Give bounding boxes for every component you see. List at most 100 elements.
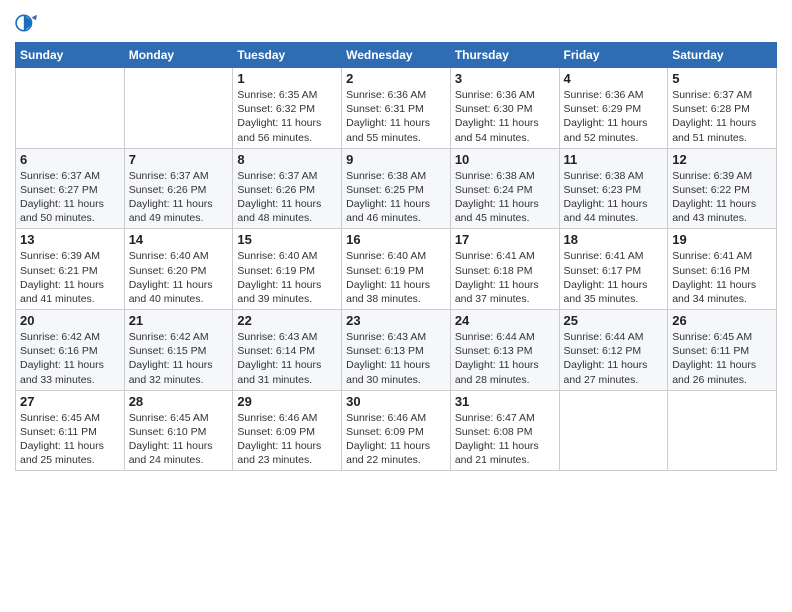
logo: [15, 10, 41, 34]
day-number: 14: [129, 232, 229, 247]
calendar-cell: 10 Sunrise: 6:38 AM Sunset: 6:24 PM Dayli…: [450, 148, 559, 229]
day-info: Sunrise: 6:39 AM Sunset: 6:22 PM Dayligh…: [672, 169, 772, 226]
calendar-cell: 1Sunrise: 6:35 AM Sunset: 6:32 PM Daylig…: [233, 68, 342, 149]
calendar-cell: 7 Sunrise: 6:37 AM Sunset: 6:26 PM Daylig…: [124, 148, 233, 229]
calendar-cell: 11Sunrise: 6:38 AM Sunset: 6:23 PM Dayli…: [559, 148, 668, 229]
calendar-day-header: Monday: [124, 43, 233, 68]
day-info: Sunrise: 6:41 AM Sunset: 6:16 PM Dayligh…: [672, 249, 772, 306]
day-number: 8: [237, 152, 337, 167]
calendar-cell: 15Sunrise: 6:40 AM Sunset: 6:19 PM Dayli…: [233, 229, 342, 310]
day-number: 19: [672, 232, 772, 247]
day-info: Sunrise: 6:46 AM Sunset: 6:09 PM Dayligh…: [237, 411, 337, 468]
calendar-day-header: Wednesday: [342, 43, 451, 68]
calendar-week-row: 13 Sunrise: 6:39 AM Sunset: 6:21 PM Dayli…: [16, 229, 777, 310]
calendar-cell: 29 Sunrise: 6:46 AM Sunset: 6:09 PM Dayli…: [233, 390, 342, 471]
calendar-cell: 18 Sunrise: 6:41 AM Sunset: 6:17 PM Dayli…: [559, 229, 668, 310]
day-number: 20: [20, 313, 120, 328]
day-number: 6: [20, 152, 120, 167]
day-info: Sunrise: 6:45 AM Sunset: 6:11 PM Dayligh…: [20, 411, 120, 468]
day-info: Sunrise: 6:45 AM Sunset: 6:10 PM Dayligh…: [129, 411, 229, 468]
day-info: Sunrise: 6:43 AM Sunset: 6:13 PM Dayligh…: [346, 330, 446, 387]
day-info: Sunrise: 6:40 AM Sunset: 6:19 PM Dayligh…: [346, 249, 446, 306]
day-info: Sunrise: 6:39 AM Sunset: 6:21 PM Dayligh…: [20, 249, 120, 306]
calendar-cell: [16, 68, 125, 149]
calendar-header-row: SundayMondayTuesdayWednesdayThursdayFrid…: [16, 43, 777, 68]
header: [15, 10, 777, 34]
calendar-cell: 17Sunrise: 6:41 AM Sunset: 6:18 PM Dayli…: [450, 229, 559, 310]
calendar-cell: 6 Sunrise: 6:37 AM Sunset: 6:27 PM Daylig…: [16, 148, 125, 229]
day-info: Sunrise: 6:37 AM Sunset: 6:26 PM Dayligh…: [237, 169, 337, 226]
calendar-cell: 2 Sunrise: 6:36 AM Sunset: 6:31 PM Daylig…: [342, 68, 451, 149]
day-number: 26: [672, 313, 772, 328]
calendar-day-header: Saturday: [668, 43, 777, 68]
calendar-cell: 27 Sunrise: 6:45 AM Sunset: 6:11 PM Dayli…: [16, 390, 125, 471]
day-number: 31: [455, 394, 555, 409]
day-info: Sunrise: 6:38 AM Sunset: 6:24 PM Dayligh…: [455, 169, 555, 226]
calendar-cell: 3 Sunrise: 6:36 AM Sunset: 6:30 PM Daylig…: [450, 68, 559, 149]
calendar-cell: 26Sunrise: 6:45 AM Sunset: 6:11 PM Dayli…: [668, 310, 777, 391]
day-number: 5: [672, 71, 772, 86]
day-info: Sunrise: 6:41 AM Sunset: 6:17 PM Dayligh…: [564, 249, 664, 306]
day-number: 11: [564, 152, 664, 167]
calendar-cell: 5 Sunrise: 6:37 AM Sunset: 6:28 PM Daylig…: [668, 68, 777, 149]
page-container: SundayMondayTuesdayWednesdayThursdayFrid…: [0, 0, 792, 481]
calendar-day-header: Thursday: [450, 43, 559, 68]
calendar-cell: 19 Sunrise: 6:41 AM Sunset: 6:16 PM Dayli…: [668, 229, 777, 310]
day-info: Sunrise: 6:36 AM Sunset: 6:30 PM Dayligh…: [455, 88, 555, 145]
calendar-cell: 23 Sunrise: 6:43 AM Sunset: 6:13 PM Dayli…: [342, 310, 451, 391]
day-info: Sunrise: 6:40 AM Sunset: 6:19 PM Dayligh…: [237, 249, 337, 306]
calendar-week-row: 1Sunrise: 6:35 AM Sunset: 6:32 PM Daylig…: [16, 68, 777, 149]
day-number: 30: [346, 394, 446, 409]
day-info: Sunrise: 6:42 AM Sunset: 6:15 PM Dayligh…: [129, 330, 229, 387]
day-info: Sunrise: 6:42 AM Sunset: 6:16 PM Dayligh…: [20, 330, 120, 387]
day-number: 12: [672, 152, 772, 167]
calendar-cell: 21 Sunrise: 6:42 AM Sunset: 6:15 PM Dayli…: [124, 310, 233, 391]
calendar-day-header: Sunday: [16, 43, 125, 68]
day-info: Sunrise: 6:37 AM Sunset: 6:28 PM Dayligh…: [672, 88, 772, 145]
day-number: 3: [455, 71, 555, 86]
calendar-table: SundayMondayTuesdayWednesdayThursdayFrid…: [15, 42, 777, 471]
calendar-week-row: 20 Sunrise: 6:42 AM Sunset: 6:16 PM Dayli…: [16, 310, 777, 391]
day-number: 18: [564, 232, 664, 247]
day-info: Sunrise: 6:37 AM Sunset: 6:26 PM Dayligh…: [129, 169, 229, 226]
calendar-cell: [668, 390, 777, 471]
day-number: 23: [346, 313, 446, 328]
day-number: 2: [346, 71, 446, 86]
calendar-cell: 4Sunrise: 6:36 AM Sunset: 6:29 PM Daylig…: [559, 68, 668, 149]
day-number: 1: [237, 71, 337, 86]
day-number: 4: [564, 71, 664, 86]
calendar-cell: 31 Sunrise: 6:47 AM Sunset: 6:08 PM Dayli…: [450, 390, 559, 471]
day-number: 25: [564, 313, 664, 328]
calendar-day-header: Friday: [559, 43, 668, 68]
day-info: Sunrise: 6:41 AM Sunset: 6:18 PM Dayligh…: [455, 249, 555, 306]
calendar-cell: 28 Sunrise: 6:45 AM Sunset: 6:10 PM Dayli…: [124, 390, 233, 471]
day-number: 24: [455, 313, 555, 328]
calendar-cell: 8 Sunrise: 6:37 AM Sunset: 6:26 PM Daylig…: [233, 148, 342, 229]
calendar-week-row: 6 Sunrise: 6:37 AM Sunset: 6:27 PM Daylig…: [16, 148, 777, 229]
day-info: Sunrise: 6:47 AM Sunset: 6:08 PM Dayligh…: [455, 411, 555, 468]
calendar-day-header: Tuesday: [233, 43, 342, 68]
day-number: 9: [346, 152, 446, 167]
day-info: Sunrise: 6:44 AM Sunset: 6:12 PM Dayligh…: [564, 330, 664, 387]
day-number: 28: [129, 394, 229, 409]
day-number: 29: [237, 394, 337, 409]
day-info: Sunrise: 6:37 AM Sunset: 6:27 PM Dayligh…: [20, 169, 120, 226]
day-number: 7: [129, 152, 229, 167]
calendar-cell: 20 Sunrise: 6:42 AM Sunset: 6:16 PM Dayli…: [16, 310, 125, 391]
calendar-cell: 22Sunrise: 6:43 AM Sunset: 6:14 PM Dayli…: [233, 310, 342, 391]
calendar-cell: 30 Sunrise: 6:46 AM Sunset: 6:09 PM Dayli…: [342, 390, 451, 471]
calendar-cell: 14Sunrise: 6:40 AM Sunset: 6:20 PM Dayli…: [124, 229, 233, 310]
calendar-week-row: 27 Sunrise: 6:45 AM Sunset: 6:11 PM Dayli…: [16, 390, 777, 471]
day-number: 13: [20, 232, 120, 247]
day-info: Sunrise: 6:46 AM Sunset: 6:09 PM Dayligh…: [346, 411, 446, 468]
calendar-cell: [559, 390, 668, 471]
day-number: 27: [20, 394, 120, 409]
day-number: 10: [455, 152, 555, 167]
day-info: Sunrise: 6:38 AM Sunset: 6:25 PM Dayligh…: [346, 169, 446, 226]
logo-icon: [15, 12, 37, 34]
day-info: Sunrise: 6:44 AM Sunset: 6:13 PM Dayligh…: [455, 330, 555, 387]
day-number: 21: [129, 313, 229, 328]
day-info: Sunrise: 6:36 AM Sunset: 6:31 PM Dayligh…: [346, 88, 446, 145]
calendar-cell: [124, 68, 233, 149]
day-info: Sunrise: 6:43 AM Sunset: 6:14 PM Dayligh…: [237, 330, 337, 387]
